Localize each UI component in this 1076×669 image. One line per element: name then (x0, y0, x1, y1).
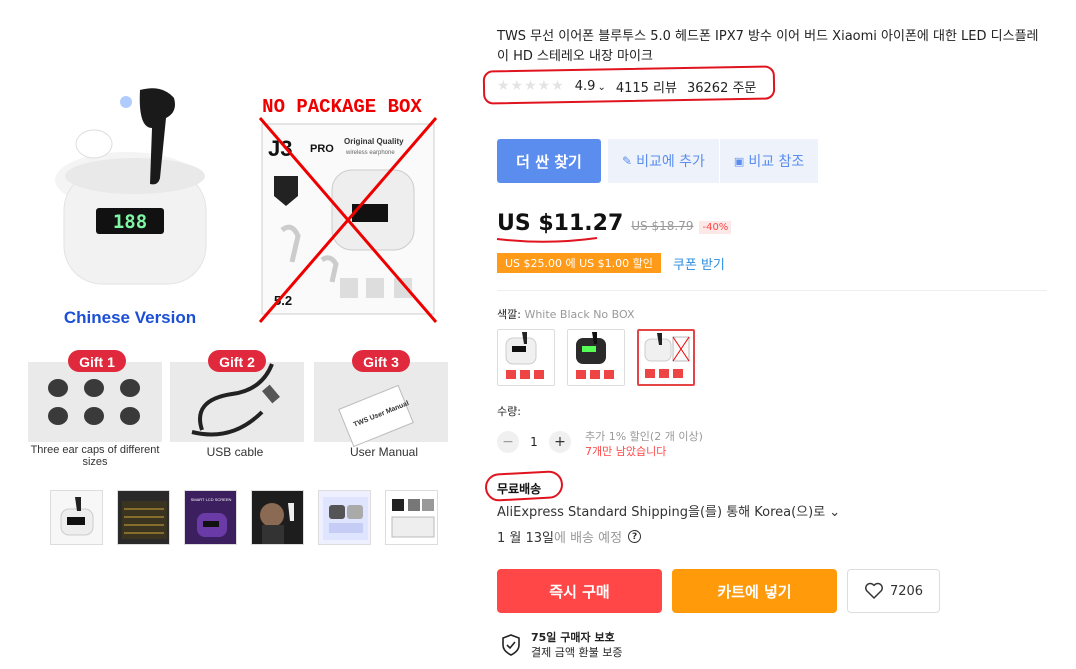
box-brand-pro: PRO (310, 143, 334, 155)
protection-text: 75일 구매자 보호 결제 금액 환불 보증 (531, 630, 622, 660)
buy-now-button[interactable]: 즉시 구매 (497, 569, 662, 613)
color-label-text: 색깔: (497, 308, 521, 321)
shipping-date-value: 1 월 13일 (497, 531, 554, 546)
thumb-screen-label: SMART LCD SCREEN (191, 497, 232, 502)
annotation-oval-rating (482, 65, 776, 105)
thumbnail-1[interactable] (50, 490, 103, 545)
color-option-black[interactable] (567, 329, 625, 386)
gift-3-label: Gift 3 (363, 354, 399, 370)
case-display-digits: 188 (113, 211, 147, 233)
gift-2-label: Gift 2 (219, 354, 255, 370)
original-price: US $18.79 (631, 219, 694, 233)
thumbnail-5[interactable] (318, 490, 371, 545)
protection-title: 75일 구매자 보호 (531, 631, 615, 644)
product-gallery: 188 Chinese Version NO PACKAGE BOX J3 PR… (0, 0, 470, 669)
color-option-white[interactable] (497, 329, 555, 386)
heart-icon (864, 582, 883, 599)
get-coupon-link[interactable]: 쿠폰 받기 (673, 254, 725, 273)
thumbnail-2[interactable] (117, 490, 170, 545)
quantity-stepper: − 1 + (497, 431, 571, 453)
product-title: TWS 무선 이어폰 블루투스 5.0 헤드폰 IPX7 방수 이어 버드 Xi… (497, 29, 1039, 64)
buyer-protection: 75일 구매자 보호 결제 금액 환불 보증 (501, 630, 622, 660)
shipping-date-suffix: 에 배송 예정 (554, 531, 623, 546)
main-product-image[interactable]: 188 Chinese Version NO PACKAGE BOX J3 PR… (22, 60, 452, 475)
box-wireless-earphone: wireless earphone (345, 150, 395, 156)
compare-ref-button[interactable]: ▣ 비교 참조 (719, 139, 820, 183)
earbuds-case-image: 188 (55, 88, 207, 285)
no-package-box-image: NO PACKAGE BOX J3 PRO Original Quality w… (258, 96, 438, 323)
wishlist-count: 7206 (889, 583, 924, 599)
thumbnail-3[interactable]: SMART LCD SCREEN (184, 490, 237, 545)
color-selected-value: White Black No BOX (524, 308, 635, 321)
add-to-cart-button[interactable]: 카트에 넣기 (672, 569, 837, 613)
wishlist-button[interactable]: 7206 (847, 569, 940, 613)
purchase-actions: 즉시 구매 카트에 넣기 7206 (497, 569, 940, 613)
stock-left-note: 7개만 남았습니다 (585, 445, 667, 458)
compare-ref-label: 비교 참조 (748, 154, 805, 170)
color-swatches (497, 329, 695, 386)
quantity-value[interactable]: 1 (519, 435, 549, 449)
gift-3-desc: User Manual (350, 445, 418, 459)
quantity-minus-button[interactable]: − (497, 431, 519, 453)
thumbnail-4[interactable] (251, 490, 304, 545)
compare-button-row: 더 싼 찾기 ✎ 비교에 추가 ▣ 비교 참조 (497, 139, 820, 183)
gift-1-label: Gift 1 (79, 354, 115, 370)
box-original-quality: Original Quality (344, 137, 404, 146)
thumbnail-6[interactable] (385, 490, 438, 545)
gift-panels: Gift 1 Gift 2 Gift 3 TWS User Manual (28, 350, 448, 448)
list-icon: ▣ (733, 154, 745, 168)
annotation-underline-price (496, 237, 598, 243)
coupon-badge: US $25.00 에 US $1.00 할인 (497, 253, 661, 273)
edit-icon: ✎ (622, 154, 633, 168)
quantity-label: 수량: (497, 405, 521, 418)
add-compare-label: 비교에 추가 (636, 154, 705, 170)
gift-2-desc: USB cable (207, 445, 264, 459)
quantity-note: 추가 1% 할인(2 개 이상) 7개만 남았습니다 (585, 429, 703, 459)
help-icon[interactable]: ? (628, 530, 642, 543)
gift-1-desc: Three ear caps of different sizes (30, 444, 160, 468)
shipping-method[interactable]: AliExpress Standard Shipping을(를) 통해 Kore… (497, 501, 840, 520)
coupon-row: US $25.00 에 US $1.00 할인 쿠폰 받기 (497, 253, 725, 273)
find-cheaper-button[interactable]: 더 싼 찾기 (497, 139, 601, 183)
divider (497, 290, 1047, 291)
thumbnail-strip: SMART LCD SCREEN (50, 490, 438, 545)
quantity-plus-button[interactable]: + (549, 431, 571, 453)
no-package-label: NO PACKAGE BOX (262, 96, 422, 118)
shipping-date: 1 월 13일 에 배송 예정 ? (497, 527, 642, 546)
bulk-discount-note: 추가 1% 할인(2 개 이상) (585, 430, 703, 443)
add-compare-button[interactable]: ✎ 비교에 추가 (608, 139, 720, 183)
discount-badge: -40% (699, 221, 732, 234)
chinese-version-label: Chinese Version (64, 308, 196, 327)
color-label: 색깔: White Black No BOX (497, 306, 635, 322)
shield-check-icon (502, 634, 520, 656)
color-option-white-no-box[interactable] (637, 329, 695, 386)
annotation-oval-shipping (484, 469, 564, 503)
protection-subtitle: 결제 금액 환불 보증 (531, 646, 623, 659)
